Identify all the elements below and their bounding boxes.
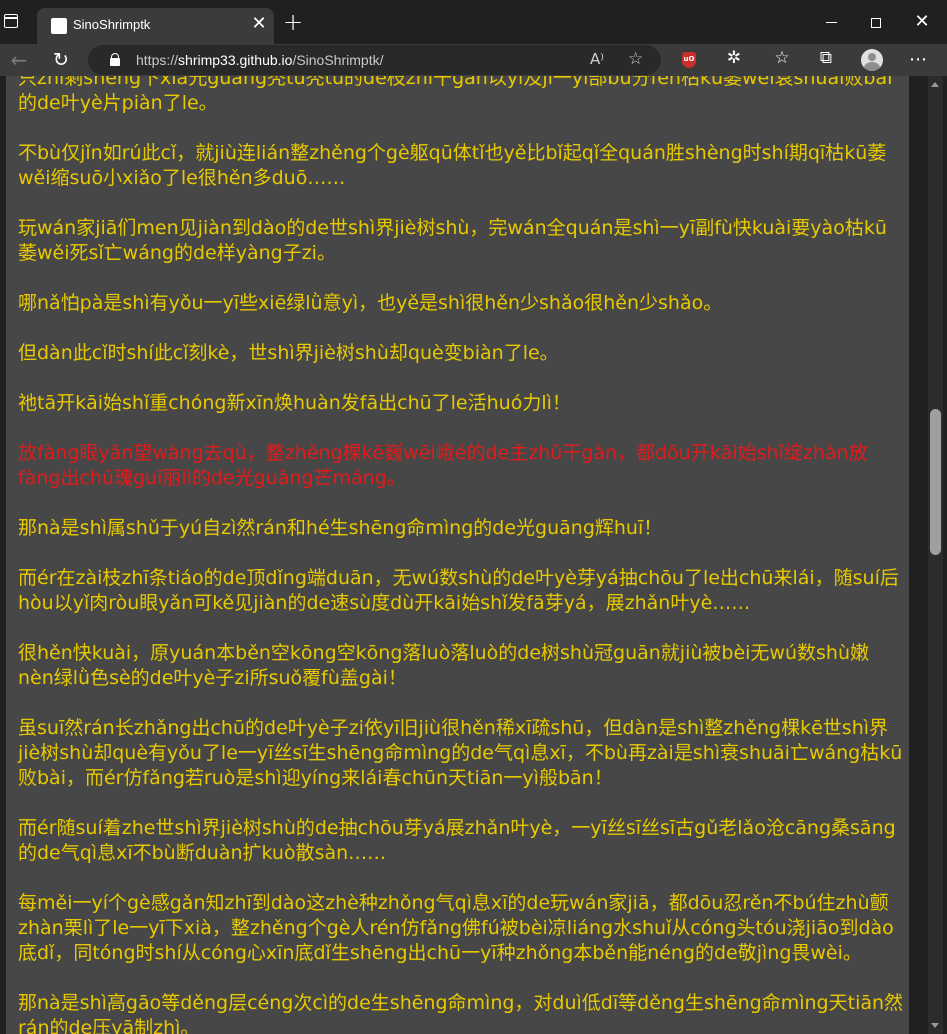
paragraph: 那nà是shì属shǔ于yú自zì然rán和hé生shēng命mìng的de光g… bbox=[18, 517, 663, 539]
url-path: /SinoShrimptk/ bbox=[292, 52, 384, 68]
maximize-icon bbox=[871, 17, 881, 28]
scrollbar-thumb[interactable] bbox=[930, 409, 941, 555]
scroll-up-arrow-icon[interactable] bbox=[931, 82, 939, 87]
tab-strip: SinoShrimptk ✕ + ✕ bbox=[0, 0, 947, 44]
paragraph: 玩wán家jiā们men见jiàn到dào的de世shì界jiè树shù，完wá… bbox=[18, 217, 887, 264]
new-tab-button[interactable]: + bbox=[283, 10, 303, 34]
vertical-scrollbar[interactable] bbox=[928, 76, 943, 1034]
scroll-down-arrow-icon[interactable] bbox=[931, 1023, 939, 1028]
close-tab-icon[interactable]: ✕ bbox=[249, 13, 269, 35]
url-host: shrimp33.github.io bbox=[178, 52, 293, 68]
paragraph: 只zhī剩shèng下xià光guāng秃tū秃tū的de枝zhī干gàn以yǐ… bbox=[18, 76, 893, 114]
paragraph: 而ér随suí着zhe世shì界jiè树shù的de抽chōu芽yá展zhǎn叶… bbox=[18, 817, 896, 864]
paragraph: 很hěn快kuài，原yuán本běn空kōng空kōng落luò落luò的de… bbox=[18, 642, 869, 689]
collections-icon[interactable]: ⧉ bbox=[814, 48, 838, 68]
paragraph: 那nà是shì高gāo等děng层céng次cì的de生shēng命mìng，对… bbox=[18, 992, 904, 1034]
tab-sinoshrimptk[interactable]: SinoShrimptk ✕ bbox=[37, 8, 274, 44]
maximize-button[interactable] bbox=[853, 8, 899, 36]
paragraph: 每měi一yí个gè感gǎn知zhī到dào这zhè种zhǒng气qì息xī的d… bbox=[18, 892, 894, 964]
article-container: 只zhī剩shèng下xià光guāng秃tū秃tū的de枝zhī干gàn以yǐ… bbox=[6, 76, 909, 1034]
close-window-button[interactable]: ✕ bbox=[899, 8, 945, 36]
page-favicon-icon bbox=[51, 18, 67, 34]
extensions-icon[interactable]: ✲ bbox=[722, 48, 746, 68]
more-menu-icon[interactable]: ⋯ bbox=[906, 46, 930, 74]
article-body: 只zhī剩shèng下xià光guāng秃tū秃tū的de枝zhī干gàn以yǐ… bbox=[18, 76, 904, 1034]
paragraph: 不bù仅jǐn如rú此cǐ，就jiù连lián整zhěng个gè躯qū体tǐ也y… bbox=[18, 142, 887, 189]
read-aloud-icon[interactable]: A⁾ bbox=[590, 50, 604, 68]
ublock-extension-icon[interactable]: uO bbox=[682, 52, 696, 68]
minimize-button[interactable] bbox=[808, 8, 854, 36]
minimize-icon bbox=[825, 21, 837, 24]
url-prefix: https:// bbox=[136, 52, 179, 68]
tab-actions-icon[interactable] bbox=[4, 14, 18, 28]
lock-icon[interactable] bbox=[110, 53, 120, 66]
reload-button[interactable]: ↻ bbox=[48, 46, 74, 74]
url-text[interactable]: https://shrimp33.github.io/SinoShrimptk/ bbox=[136, 52, 383, 68]
back-button[interactable]: ← bbox=[6, 46, 32, 74]
address-bar[interactable]: https://shrimp33.github.io/SinoShrimptk/… bbox=[88, 45, 661, 75]
paragraph-highlighted: 放fàng眼yǎn望wàng去qù，整zhěng棵kē巍wēi峨é的de主zhǔ… bbox=[18, 442, 868, 489]
paragraph: 虽suī然rán长zhǎng出chū的de叶yè子zi依yī旧jiù很hěn稀x… bbox=[18, 717, 903, 789]
profile-avatar[interactable] bbox=[861, 49, 883, 71]
tab-title: SinoShrimptk bbox=[73, 17, 151, 32]
paragraph: 祂tā开kāi始shǐ重chóng新xīn焕huàn发fā出chū了le活huó… bbox=[18, 392, 571, 414]
paragraph: 而ér在zài枝zhī条tiáo的de顶dǐng端duān，无wú数shù的de… bbox=[18, 567, 899, 614]
add-favorite-icon[interactable]: ☆ bbox=[628, 49, 643, 69]
page-viewport: 只zhī剩shèng下xià光guāng秃tū秃tū的de枝zhī干gàn以yǐ… bbox=[0, 76, 947, 1034]
paragraph: 但dàn此cǐ时shí此cǐ刻kè，世shì界jiè树shù却què变biàn了… bbox=[18, 342, 559, 364]
favorites-icon[interactable]: ☆ bbox=[770, 48, 794, 68]
browser-toolbar: ← ↻ https://shrimp33.github.io/SinoShrim… bbox=[0, 44, 947, 76]
paragraph: 哪nǎ怕pà是shì有yǒu一yī些xiē绿lǜ意yì，也yě是shì很hěn少… bbox=[18, 292, 723, 314]
